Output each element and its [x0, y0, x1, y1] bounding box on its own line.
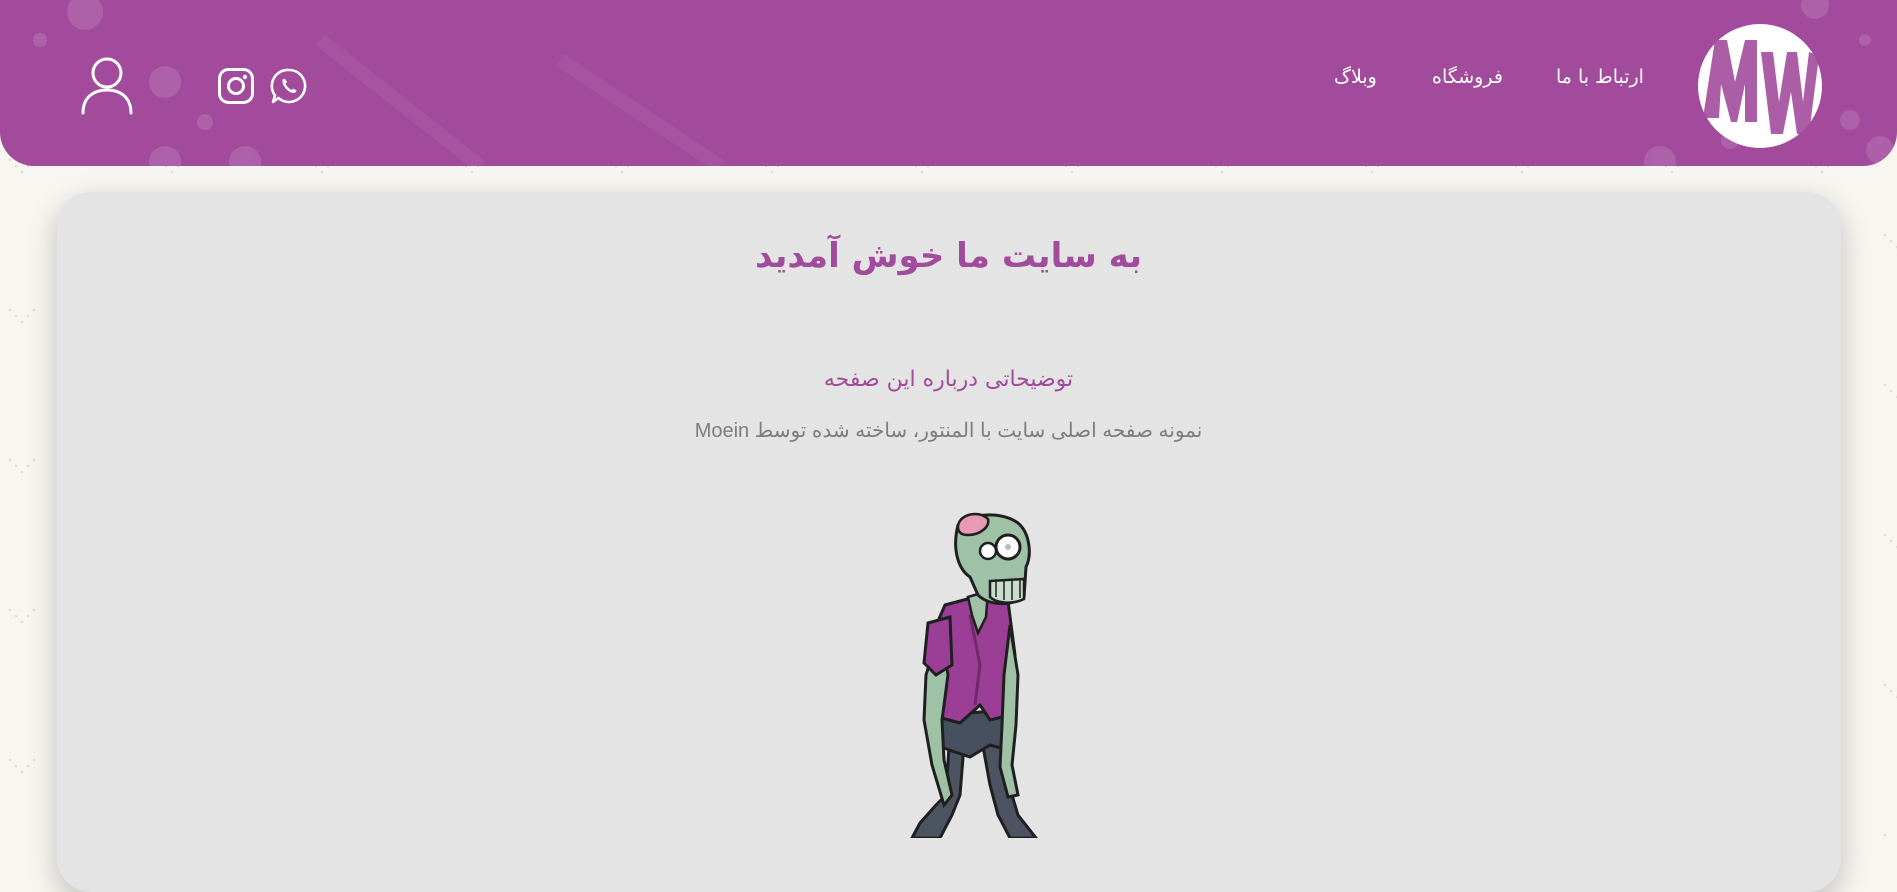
section-subtitle: توضیحاتی درباره این صفحه: [823, 367, 1074, 392]
zombie-illustration: [910, 512, 1038, 838]
page-title: به سایت ما خوش آمدید: [755, 236, 1142, 276]
instagram-icon[interactable]: [217, 67, 255, 105]
site-header: ارتباط با ما فروشگاه وبلاگ: [0, 0, 1897, 166]
nav-item-shop[interactable]: فروشگاه: [1432, 66, 1503, 88]
mw-logo[interactable]: [1695, 22, 1825, 150]
nav-item-blog[interactable]: وبلاگ: [1334, 66, 1377, 88]
whatsapp-icon[interactable]: [270, 67, 308, 105]
page-description: نمونه صفحه اصلی سایت با المنتور، ساخته ش…: [694, 420, 1203, 442]
user-icon[interactable]: [80, 55, 134, 115]
nav-item-contact[interactable]: ارتباط با ما: [1556, 66, 1644, 88]
